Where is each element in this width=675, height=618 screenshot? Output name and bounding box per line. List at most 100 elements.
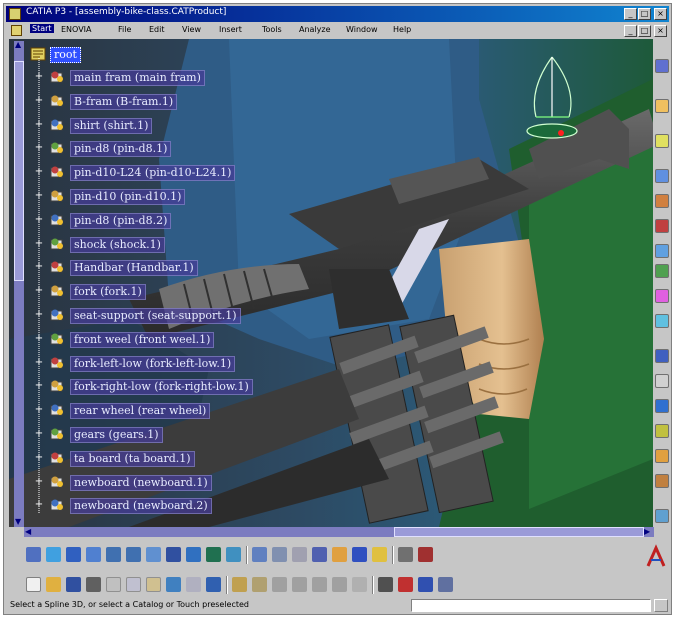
fix-icon[interactable] — [655, 374, 669, 388]
light-icon[interactable] — [372, 547, 387, 562]
vertical-scroll-thumb[interactable] — [14, 61, 24, 281]
expand-icon[interactable]: + — [34, 286, 44, 296]
scroll-down-icon[interactable]: ▼ — [15, 518, 21, 526]
tree-node-label[interactable]: Handbar (Handbar.1) — [70, 260, 198, 277]
tree-node-label[interactable]: fork (fork.1) — [70, 284, 146, 301]
hide-show-icon[interactable] — [226, 547, 241, 562]
replace-component-icon[interactable] — [312, 577, 327, 592]
normal-view-icon[interactable] — [146, 547, 161, 562]
pan-icon[interactable] — [66, 547, 81, 562]
tree-node-label[interactable]: pin-d10-L24 (pin-d10-L24.1) — [70, 165, 236, 182]
coincidence-icon[interactable] — [655, 264, 669, 278]
doc-minimize-button[interactable]: _ — [624, 25, 637, 37]
formula-icon[interactable] — [378, 577, 393, 592]
expand-icon[interactable]: + — [34, 429, 44, 439]
vertical-scrollbar[interactable]: ▲ ▼ — [14, 41, 24, 527]
minimize-button[interactable]: _ — [624, 8, 637, 20]
fly-icon[interactable] — [26, 547, 41, 562]
menu-tools[interactable]: Tools — [262, 25, 282, 34]
zoom-in-icon[interactable] — [106, 547, 121, 562]
tree-node-label[interactable]: shock (shock.1) — [70, 236, 165, 253]
doc-close-button[interactable]: × — [654, 25, 667, 37]
tree-node-label[interactable]: B-fram (B-fram.1) — [70, 93, 178, 110]
law-icon[interactable] — [398, 577, 413, 592]
menu-analyze[interactable]: Analyze — [299, 25, 331, 34]
graph-tree-reorder-icon[interactable] — [332, 577, 347, 592]
command-button[interactable] — [654, 599, 668, 612]
tree-node-label[interactable]: ta board (ta board.1) — [70, 450, 195, 467]
tree-node-label[interactable]: seat-support (seat-support.1) — [70, 308, 241, 324]
compass-tool-icon[interactable] — [252, 547, 267, 562]
select-icon[interactable] — [655, 99, 669, 113]
tree-node-label[interactable]: front weel (front weel.1) — [70, 331, 215, 348]
design-table-icon[interactable] — [418, 577, 433, 592]
contact-icon[interactable] — [655, 289, 669, 303]
measure-between-icon[interactable] — [398, 547, 413, 562]
expand-icon[interactable]: + — [34, 500, 44, 510]
menu-insert[interactable]: Insert — [219, 25, 242, 34]
horizontal-scroll-thumb[interactable] — [394, 527, 644, 537]
print-icon[interactable] — [86, 577, 101, 592]
tree-node-label[interactable]: pin-d10 (pin-d10.1) — [70, 189, 186, 205]
catia-logo-icon[interactable] — [644, 544, 668, 570]
quick-view-icon[interactable] — [186, 547, 201, 562]
measure-icon[interactable] — [655, 509, 669, 523]
menu-edit[interactable]: Edit — [149, 25, 165, 34]
tree-node-label[interactable]: main fram (main fram) — [70, 70, 205, 86]
open-file-icon[interactable] — [46, 577, 61, 592]
clash-icon[interactable] — [655, 244, 669, 258]
measure-item-icon[interactable] — [418, 547, 433, 562]
tree-node-label[interactable]: pin-d8 (pin-d8.2) — [70, 212, 172, 229]
fly-mode-icon[interactable] — [655, 59, 669, 73]
scroll-up-icon[interactable]: ▲ — [15, 41, 21, 49]
close-button[interactable]: × — [654, 8, 667, 20]
tree-node-label[interactable]: fork-left-low (fork-left-low.1) — [70, 355, 236, 372]
expand-icon[interactable]: + — [34, 262, 44, 272]
expand-icon[interactable]: + — [34, 452, 44, 463]
menu-view[interactable]: View — [182, 25, 201, 34]
new-part-icon[interactable] — [272, 577, 287, 592]
multi-view-icon[interactable] — [166, 547, 181, 562]
copy-icon[interactable] — [126, 577, 141, 592]
catalog-icon[interactable] — [312, 547, 327, 562]
maximize-button[interactable]: □ — [638, 8, 651, 20]
properties-icon[interactable] — [352, 547, 367, 562]
title-bar[interactable]: CATIA P3 - [assembly-bike-class.CATProdu… — [6, 6, 669, 22]
expand-icon[interactable]: + — [34, 238, 44, 249]
menu-enovia[interactable]: ENOVIA — [61, 25, 92, 34]
cut-icon[interactable] — [106, 577, 121, 592]
menu-help[interactable]: Help — [393, 25, 411, 34]
redo-icon[interactable] — [186, 577, 201, 592]
command-input[interactable] — [411, 599, 651, 612]
assembly-constraint-icon[interactable] — [655, 134, 669, 148]
manipulate-icon[interactable] — [655, 169, 669, 183]
document-icon[interactable] — [11, 25, 22, 36]
update-icon[interactable] — [655, 474, 669, 488]
catia-app-icon[interactable] — [9, 8, 21, 20]
explode-icon[interactable] — [655, 219, 669, 233]
zoom-out-icon[interactable] — [126, 547, 141, 562]
axis-icon[interactable] — [272, 547, 287, 562]
quick-constraint-icon[interactable] — [655, 424, 669, 438]
expand-icon[interactable]: + — [34, 357, 44, 368]
new-component-icon[interactable] — [232, 577, 247, 592]
expand-icon[interactable]: + — [34, 310, 44, 320]
scroll-left-icon[interactable]: ◀ — [25, 528, 31, 536]
scroll-right-icon[interactable]: ▶ — [644, 528, 650, 536]
expand-icon[interactable]: + — [34, 333, 44, 344]
fit-all-icon[interactable] — [46, 547, 61, 562]
new-product-icon[interactable] — [252, 577, 267, 592]
whats-this-icon[interactable] — [206, 577, 221, 592]
menu-file[interactable]: File — [118, 25, 131, 34]
menu-start[interactable]: Start — [30, 24, 54, 33]
expand-icon[interactable]: + — [34, 119, 44, 130]
doc-restore-button[interactable]: □ — [638, 25, 651, 37]
tree-node-label[interactable]: newboard (newboard.2) — [70, 498, 212, 515]
expand-icon[interactable]: + — [34, 143, 44, 153]
expand-icon[interactable]: + — [34, 72, 44, 82]
shading-icon[interactable] — [206, 547, 221, 562]
angle-icon[interactable] — [655, 349, 669, 363]
fix-together-icon[interactable] — [655, 399, 669, 413]
undo-icon[interactable] — [166, 577, 181, 592]
paste-icon[interactable] — [146, 577, 161, 592]
